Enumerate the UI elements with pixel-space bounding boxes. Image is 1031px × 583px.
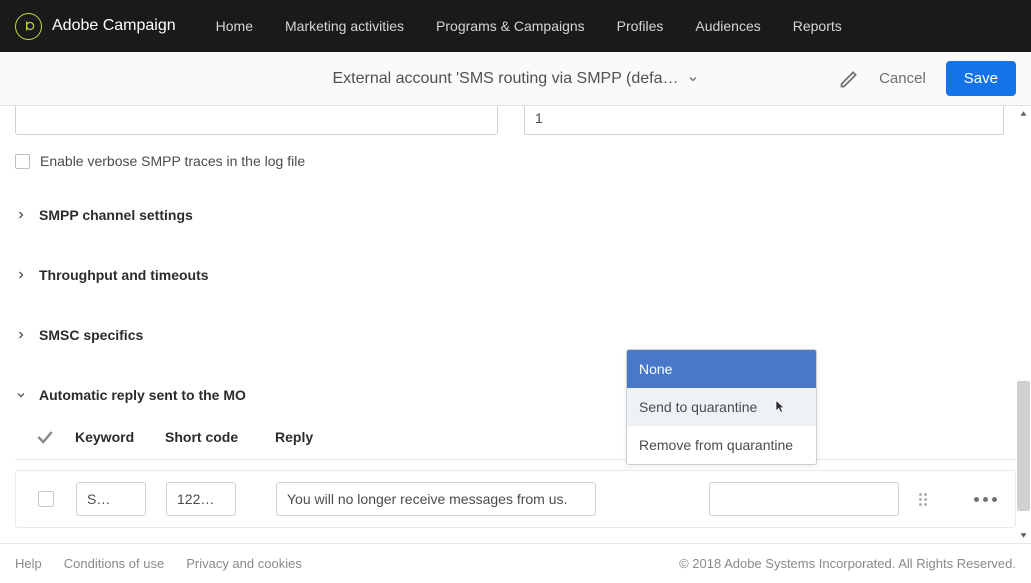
chevron-right-icon: [15, 329, 27, 341]
page-title: External account 'SMS routing via SMPP (…: [332, 70, 678, 88]
verbose-traces-label: Enable verbose SMPP traces in the log fi…: [40, 153, 305, 169]
cell-shortcode: 122…: [166, 482, 276, 516]
cell-reply: You will no longer receive messages from…: [276, 482, 709, 516]
section-smpp-label: SMPP channel settings: [39, 207, 193, 223]
section-smsc-label: SMSC specifics: [39, 327, 143, 343]
cell-action: [709, 482, 919, 516]
cell-drag[interactable]: [919, 493, 955, 506]
scrollbar-thumb[interactable]: [1017, 381, 1030, 511]
main-content: 1 Enable verbose SMPP traces in the log …: [0, 106, 1031, 543]
footer-privacy[interactable]: Privacy and cookies: [186, 556, 302, 571]
keyword-input[interactable]: S…: [76, 482, 146, 516]
nav-marketing[interactable]: Marketing activities: [285, 18, 404, 34]
section-auto-reply-label: Automatic reply sent to the MO: [39, 387, 246, 403]
right-text-input[interactable]: 1: [524, 106, 1004, 135]
table-header-row: Keyword Short code Reply: [15, 427, 1016, 460]
footer-help[interactable]: Help: [15, 556, 42, 571]
chevron-down-icon: [687, 73, 699, 85]
left-text-input[interactable]: [15, 106, 498, 135]
nav-programs[interactable]: Programs & Campaigns: [436, 18, 585, 34]
section-auto-reply[interactable]: Automatic reply sent to the MO: [15, 373, 1016, 417]
page-footer: Help Conditions of use Privacy and cooki…: [0, 543, 1031, 583]
scrollbar-track[interactable]: [1016, 121, 1031, 528]
page-subheader: External account 'SMS routing via SMPP (…: [0, 52, 1031, 106]
page-title-dropdown[interactable]: External account 'SMS routing via SMPP (…: [332, 70, 698, 88]
action-dropdown: None Send to quarantine Remove from quar…: [626, 349, 817, 465]
dropdown-option-none[interactable]: None: [627, 350, 816, 388]
chevron-down-icon: [15, 389, 27, 401]
top-nav-list: Home Marketing activities Programs & Cam…: [216, 18, 842, 34]
col-shortcode-header: Short code: [165, 429, 275, 445]
action-select[interactable]: [709, 482, 899, 516]
row-checkbox[interactable]: [38, 491, 54, 507]
col-select-all[interactable]: [15, 427, 75, 447]
brand-text: Adobe Campaign: [52, 17, 176, 35]
cell-keyword: S…: [76, 482, 166, 516]
dropdown-option-remove-quarantine[interactable]: Remove from quarantine: [627, 426, 816, 464]
footer-links: Help Conditions of use Privacy and cooki…: [15, 556, 302, 571]
footer-conditions[interactable]: Conditions of use: [64, 556, 164, 571]
drag-handle-icon: [919, 493, 955, 506]
section-throughput[interactable]: Throughput and timeouts: [15, 253, 1016, 297]
row-select[interactable]: [16, 491, 76, 507]
brand-area: Adobe Campaign: [15, 13, 176, 40]
nav-home[interactable]: Home: [216, 18, 253, 34]
nav-audiences[interactable]: Audiences: [695, 18, 760, 34]
footer-copyright: © 2018 Adobe Systems Incorporated. All R…: [679, 556, 1016, 571]
cancel-button[interactable]: Cancel: [879, 70, 926, 87]
verbose-traces-row: Enable verbose SMPP traces in the log fi…: [15, 153, 1016, 169]
section-smsc[interactable]: SMSC specifics: [15, 313, 1016, 357]
verbose-traces-checkbox[interactable]: [15, 154, 30, 169]
nav-reports[interactable]: Reports: [793, 18, 842, 34]
more-icon: [974, 497, 997, 502]
nav-profiles[interactable]: Profiles: [617, 18, 664, 34]
top-inputs-row: 1: [15, 106, 1016, 135]
reply-input[interactable]: You will no longer receive messages from…: [276, 482, 596, 516]
edit-icon[interactable]: [839, 69, 859, 89]
scrollbar-up-arrow[interactable]: [1016, 106, 1031, 121]
save-button[interactable]: Save: [946, 61, 1016, 96]
col-keyword-header: Keyword: [75, 429, 165, 445]
section-throughput-label: Throughput and timeouts: [39, 267, 209, 283]
chevron-right-icon: [15, 209, 27, 221]
top-navigation: Adobe Campaign Home Marketing activities…: [0, 0, 1031, 52]
auto-reply-table: Keyword Short code Reply S… 122… You w: [15, 427, 1016, 543]
dropdown-option-label: Send to quarantine: [639, 399, 757, 415]
check-icon: [35, 427, 55, 447]
dropdown-option-send-quarantine[interactable]: Send to quarantine: [627, 388, 816, 426]
cell-more[interactable]: [955, 497, 1015, 502]
chevron-right-icon: [15, 269, 27, 281]
logo-icon: [15, 13, 42, 40]
section-smpp-settings[interactable]: SMPP channel settings: [15, 193, 1016, 237]
subheader-actions: Cancel Save: [839, 61, 1016, 96]
cursor-icon: [772, 398, 788, 416]
table-row: S… 122… You will no longer receive messa…: [15, 470, 1016, 528]
shortcode-input[interactable]: 122…: [166, 482, 236, 516]
scrollbar-down-arrow[interactable]: [1016, 528, 1031, 543]
